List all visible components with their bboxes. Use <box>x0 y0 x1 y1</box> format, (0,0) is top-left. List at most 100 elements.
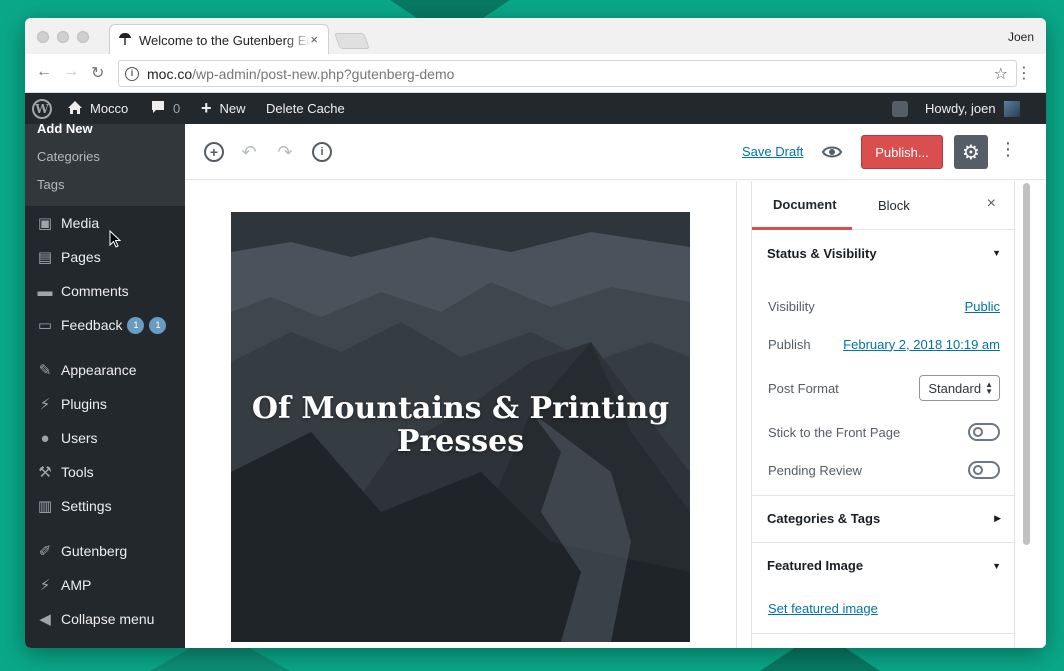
panel-title: Status & Visibility <box>767 245 877 261</box>
back-arrow-icon[interactable]: ← <box>36 63 52 81</box>
admin-bar: W Mocco 0 + New Delete Cache Howdy, joen <box>25 93 1046 124</box>
forward-arrow-icon[interactable]: → <box>63 63 79 81</box>
bookmark-star-icon[interactable]: ☆ <box>994 64 1008 84</box>
submenu-item-tags[interactable]: Tags <box>37 177 64 192</box>
preview-eye-icon[interactable] <box>822 142 842 162</box>
tab-document[interactable]: Document <box>752 181 852 230</box>
panel-status-visibility[interactable]: Status & Visibility ▼ <box>752 230 1016 276</box>
post-format-label: Post Format <box>768 380 839 396</box>
avatar <box>1003 100 1020 117</box>
collapse-icon: ◀ <box>39 611 51 628</box>
pending-label: Pending Review <box>768 462 862 478</box>
add-block-icon[interactable]: + <box>204 142 224 162</box>
window-zoom-button[interactable] <box>77 31 89 43</box>
sidebar-item-label: Plugins <box>61 396 107 412</box>
editor-header: + ↶ ↷ i Save Draft Publish... ⚙ ⋮ <box>185 124 1046 180</box>
featured-image-row: Set featured image <box>768 598 1000 618</box>
sidebar-item-label: Comments <box>61 283 129 299</box>
new-tab-button[interactable] <box>334 33 370 49</box>
undo-icon[interactable]: ↶ <box>239 142 259 162</box>
set-featured-image-link[interactable]: Set featured image <box>768 601 878 616</box>
sidebar-item-label: Gutenberg <box>61 543 128 559</box>
reload-icon[interactable]: ↻ <box>91 63 104 83</box>
new-content-link[interactable]: + New <box>201 93 246 124</box>
window-minimize-button[interactable] <box>57 31 69 43</box>
cover-title[interactable]: Of Mountains & Printing Presses <box>231 392 690 458</box>
inspector-tabs: Document Block × <box>752 181 1014 230</box>
wordpress-logo-icon[interactable]: W <box>32 93 52 124</box>
panel-title: Featured Image <box>767 558 864 573</box>
tab-close-icon[interactable]: × <box>310 32 318 47</box>
url-input[interactable]: i moc.co/wp-admin/post-new.php?gutenberg… <box>118 60 1017 87</box>
submenu-item-add-new[interactable]: Add New <box>37 121 93 136</box>
sidebar-item-users[interactable]: ● Users <box>25 421 185 455</box>
post-format-select[interactable]: Standard ▲ ▼ <box>919 375 1000 401</box>
greeting: Howdy, joen <box>925 101 996 116</box>
browser-tab[interactable]: Welcome to the Gutenberg Editor × <box>109 24 329 55</box>
profile-name[interactable]: Joen <box>1008 30 1034 44</box>
sidebar-item-label: Appearance <box>61 362 137 378</box>
sidebar-item-tools[interactable]: ⚒ Tools <box>25 455 185 489</box>
address-bar: ← → ↻ i moc.co/wp-admin/post-new.php?gut… <box>25 54 1046 93</box>
sidebar-item-label: Settings <box>61 498 112 514</box>
sidebar-item-plugins[interactable]: ⚡ Plugins <box>25 387 185 421</box>
tab-title: Welcome to the Gutenberg Editor <box>139 32 311 48</box>
select-arrows-icon: ▲ ▼ <box>985 380 993 396</box>
inspector-scrollbar[interactable] <box>1015 181 1046 648</box>
new-label: New <box>219 101 246 116</box>
tab-block[interactable]: Block <box>878 181 910 230</box>
panel-categories-tags[interactable]: Categories & Tags ▶ <box>752 495 1016 541</box>
window-close-button[interactable] <box>37 31 49 43</box>
submenu-item-categories[interactable]: Categories <box>37 149 100 164</box>
sidebar-item-label: Users <box>61 430 98 446</box>
sidebar-item-label: Feedback <box>61 317 123 333</box>
sidebar-item-appearance[interactable]: ✎ Appearance <box>25 353 185 387</box>
site-name-link[interactable]: Mocco <box>67 93 128 124</box>
caret-down-icon: ▼ <box>992 560 1001 571</box>
panel-title: Categories & Tags <box>767 511 881 526</box>
more-options-icon[interactable]: ⋮ <box>999 139 1017 160</box>
info-icon[interactable]: i <box>312 142 332 162</box>
redo-icon[interactable]: ↷ <box>275 142 295 162</box>
scrollbar-thumb[interactable] <box>1023 183 1030 545</box>
sidebar-item-pages[interactable]: ▤ Pages <box>25 240 185 274</box>
sidebar-item-settings[interactable]: ▥ Settings <box>25 489 185 523</box>
comments-link[interactable]: 0 <box>151 93 180 124</box>
visibility-link[interactable]: Public <box>965 299 1000 314</box>
cover-image-block[interactable]: Of Mountains & Printing Presses <box>231 212 690 642</box>
site-name: Mocco <box>90 101 129 116</box>
site-info-icon[interactable]: i <box>125 66 139 81</box>
post-format-value: Standard <box>928 380 982 396</box>
amp-icon: ⚡ <box>39 577 51 594</box>
sidebar-item-amp[interactable]: ⚡ AMP <box>25 568 185 602</box>
settings-icon: ▥ <box>37 498 53 515</box>
url-host: moc.co <box>147 65 193 82</box>
settings-sidebar: Document Block × Status & Visibility ▼ V… <box>751 181 1016 648</box>
caret-right-icon: ▶ <box>994 513 1001 523</box>
sidebar-item-media[interactable]: ▣ Media <box>25 206 185 240</box>
sticky-toggle[interactable] <box>968 423 1000 441</box>
collapse-menu-button[interactable]: ◀ Collapse menu <box>25 602 185 636</box>
notifications-icon[interactable] <box>892 93 908 124</box>
comments-icon: ▬ <box>37 282 53 300</box>
save-draft-link[interactable]: Save Draft <box>742 144 803 159</box>
editor-canvas: Of Mountains & Printing Presses <box>185 181 737 648</box>
sidebar-item-gutenberg[interactable]: ✐ Gutenberg <box>25 534 185 568</box>
publish-button[interactable]: Publish... <box>861 135 943 169</box>
tab-favicon-icon <box>118 32 132 49</box>
toggle-knob <box>973 427 983 437</box>
close-icon[interactable]: × <box>987 195 996 213</box>
pending-review-toggle[interactable] <box>968 461 1000 479</box>
publish-date-link[interactable]: February 2, 2018 10:19 am <box>843 337 1000 352</box>
feedback-icon: ▭ <box>37 317 53 334</box>
panel-featured-image[interactable]: Featured Image ▼ <box>752 542 1016 588</box>
browser-menu-icon[interactable]: ⋮ <box>1016 63 1032 83</box>
settings-gear-icon[interactable]: ⚙ <box>954 135 988 169</box>
caret-down-icon: ▼ <box>992 248 1001 258</box>
sidebar-item-comments[interactable]: ▬ Comments <box>25 274 185 308</box>
sidebar-item-feedback[interactable]: ▭ Feedback 1 1 <box>25 308 185 342</box>
gutenberg-icon: ✐ <box>38 543 52 560</box>
sidebar-item-label: Media <box>61 215 100 231</box>
delete-cache-link[interactable]: Delete Cache <box>266 93 345 124</box>
account-menu[interactable]: Howdy, joen <box>925 93 1020 124</box>
